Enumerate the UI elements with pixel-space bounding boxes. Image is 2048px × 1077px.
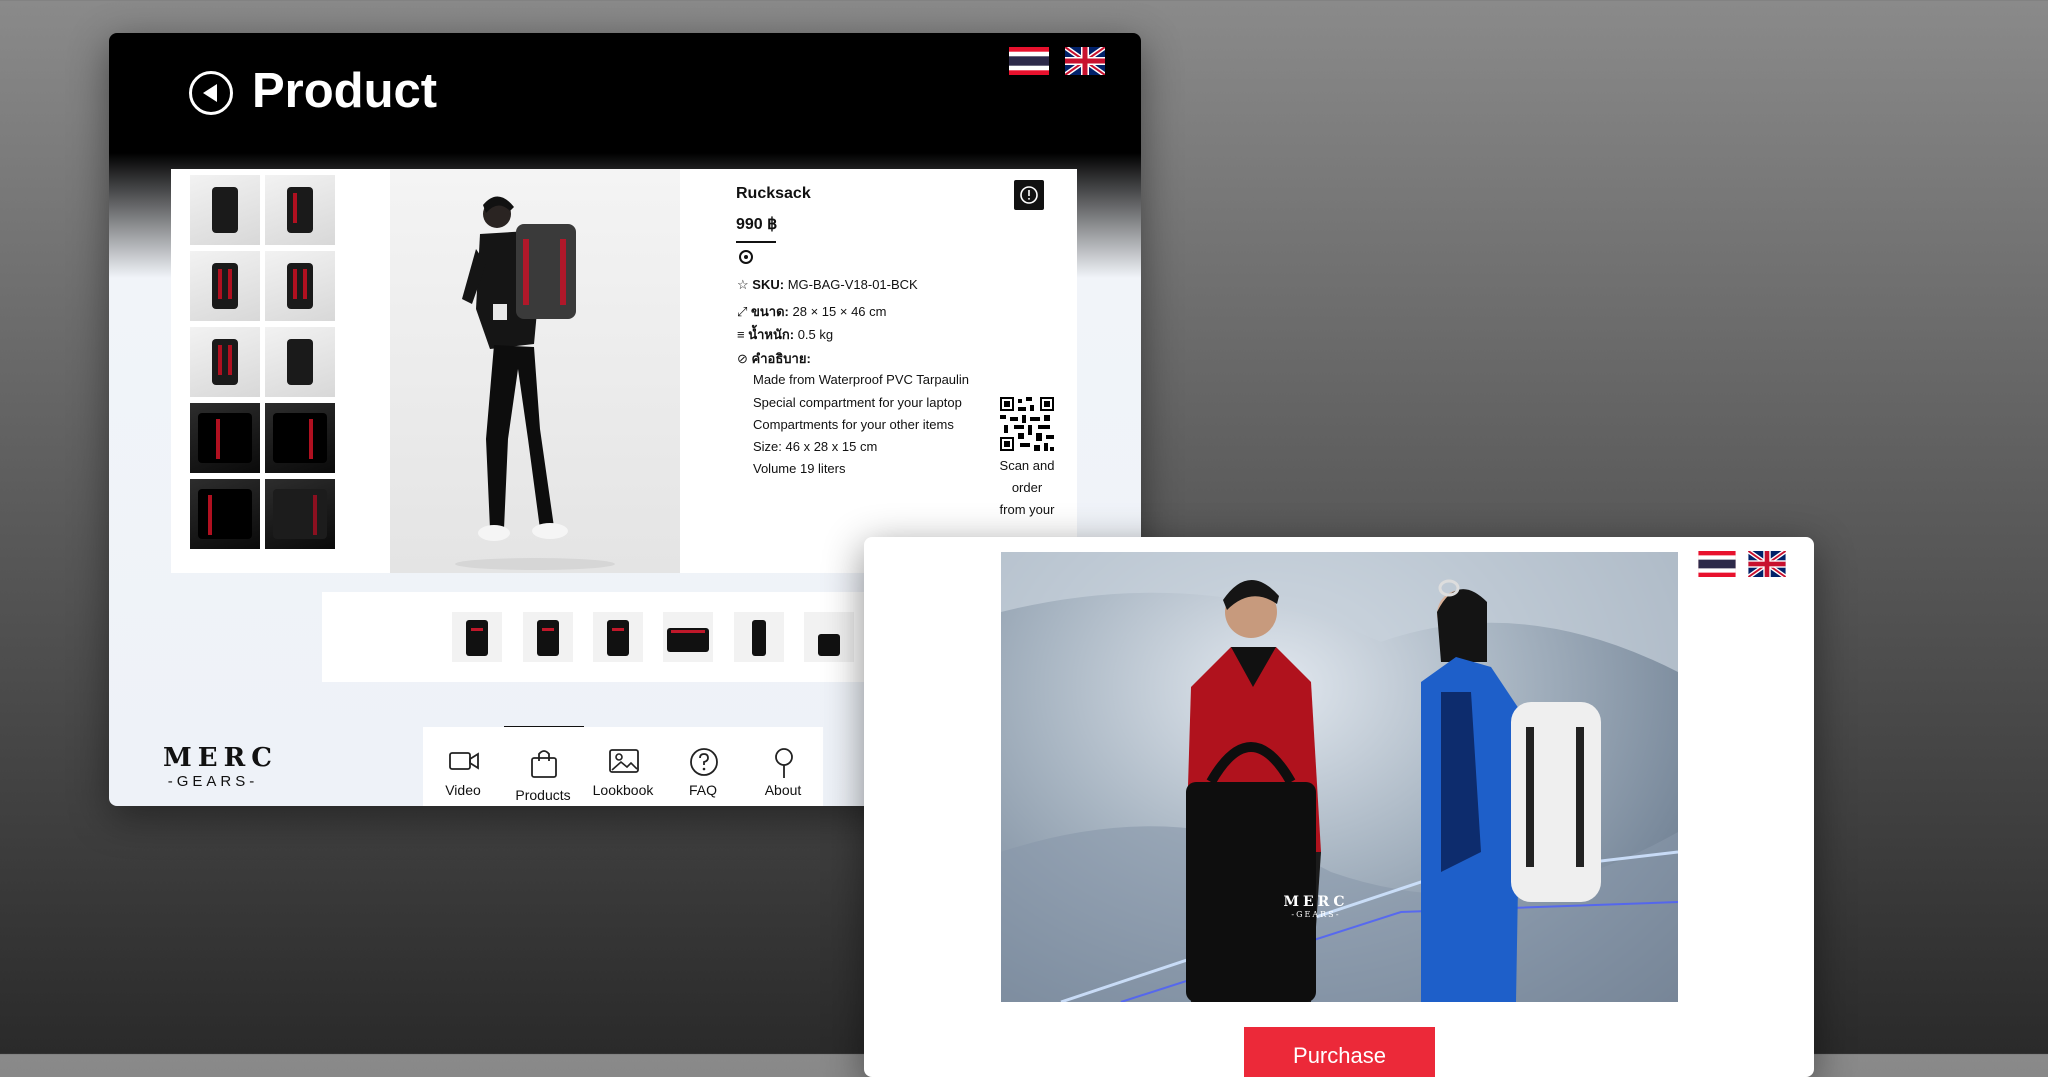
bag-logo-line1: MERC	[1283, 894, 1349, 910]
description-row: ⊘ คำอธิบาย:	[737, 348, 811, 369]
purchase-button[interactable]: Purchase	[1244, 1027, 1435, 1077]
bag-logo-line2: -GEARS-	[1291, 910, 1341, 919]
thai-flag-icon[interactable]	[1009, 47, 1049, 75]
qr-code-image	[1000, 397, 1054, 451]
model-with-rucksack-image	[455, 196, 615, 570]
size-value: 28 × 15 × 46 cm	[792, 304, 887, 319]
sku-value: MG-BAG-V18-01-BCK	[787, 277, 918, 292]
image-thumbnail-column	[190, 175, 335, 549]
video-camera-icon	[449, 752, 479, 770]
nav-item-faq[interactable]: FAQ	[663, 727, 743, 806]
language-switcher	[1009, 47, 1105, 75]
star-icon: ☆	[737, 277, 749, 292]
gallery-thumbnail[interactable]	[265, 403, 335, 473]
gallery-thumbnail[interactable]	[190, 327, 260, 397]
sku-label: SKU:	[752, 277, 785, 292]
color-option-radio[interactable]	[739, 250, 753, 264]
nav-item-about[interactable]: About	[743, 727, 823, 806]
product-price: 990 ฿	[736, 216, 778, 233]
brand-logo-line1: MERC	[163, 743, 278, 773]
qr-caption-line: Scan and	[999, 458, 1055, 473]
product-name: Rucksack	[736, 185, 811, 202]
brand-logo: MERC -GEARS-	[163, 743, 278, 790]
bag-brand-logo: MERC -GEARS-	[1281, 894, 1351, 919]
description-line: Special compartment for your laptop	[753, 395, 962, 410]
sku-row: ☆ SKU: MG-BAG-V18-01-BCK	[737, 277, 918, 293]
related-product-thumbnail[interactable]	[523, 612, 573, 662]
nav-label: About	[764, 782, 802, 798]
product-card: Rucksack 990 ฿ ☆ SKU: MG-BAG-V18-01-BCK …	[171, 169, 1077, 573]
shopping-bag-icon	[531, 750, 557, 778]
related-product-thumbnail[interactable]	[452, 612, 502, 662]
nav-label: Video	[445, 782, 481, 798]
models-with-bags-image	[1001, 552, 1678, 1002]
thai-flag-icon[interactable]	[1698, 551, 1736, 577]
description-line: Compartments for your other items	[753, 417, 954, 432]
nav-label: FAQ	[688, 782, 717, 798]
related-product-thumbnail[interactable]	[804, 612, 854, 662]
weight-label: น้ำหนัก:	[748, 327, 795, 342]
resize-arrow-icon: ⤢	[737, 304, 748, 319]
nav-item-video[interactable]: Video	[423, 727, 503, 806]
weight-row: ≡ น้ำหนัก: 0.5 kg	[737, 324, 833, 345]
related-product-thumbnail[interactable]	[593, 612, 643, 662]
size-label: ขนาด:	[751, 304, 789, 319]
description-line: Volume 19 liters	[753, 461, 846, 476]
location-pin-icon	[775, 748, 793, 778]
nav-label: Products	[515, 787, 571, 803]
uk-flag-icon[interactable]	[1065, 47, 1105, 75]
weight-value: 0.5 kg	[797, 327, 834, 342]
qr-caption-line: order	[1011, 480, 1043, 495]
related-product-thumbnail[interactable]	[663, 612, 713, 662]
lookbook-photo: MERC -GEARS-	[1001, 552, 1678, 1002]
info-icon	[1020, 186, 1038, 204]
back-arrow-icon	[203, 84, 217, 102]
description-label: คำอธิบาย:	[751, 351, 811, 366]
question-icon	[690, 748, 718, 776]
back-button[interactable]	[189, 71, 233, 115]
info-circle-icon: ⊘	[737, 351, 748, 366]
gallery-thumbnail[interactable]	[190, 251, 260, 321]
nav-item-products[interactable]: Products	[503, 727, 583, 806]
lookbook-window: MERC -GEARS- Purchase	[864, 537, 1814, 1077]
gallery-thumbnail[interactable]	[190, 175, 260, 245]
bottom-nav: Video Products Lookbook FAQ About	[423, 727, 823, 806]
gallery-thumbnail[interactable]	[265, 327, 335, 397]
weight-icon: ≡	[737, 327, 745, 342]
gallery-thumbnail[interactable]	[190, 479, 260, 549]
qr-caption: Scan and order from your	[984, 455, 1070, 521]
gallery-thumbnail[interactable]	[265, 175, 335, 245]
related-product-thumbnail[interactable]	[734, 612, 784, 662]
nav-item-lookbook[interactable]: Lookbook	[583, 727, 663, 806]
uk-flag-icon[interactable]	[1748, 551, 1786, 577]
gallery-thumbnail[interactable]	[265, 479, 335, 549]
gallery-thumbnail[interactable]	[190, 403, 260, 473]
image-icon	[609, 749, 639, 773]
qr-caption-line: from your	[999, 502, 1055, 517]
size-row: ⤢ ขนาด: 28 × 15 × 46 cm	[737, 301, 886, 322]
nav-label: Lookbook	[592, 782, 654, 798]
description-line: Size: 46 x 28 x 15 cm	[753, 439, 878, 454]
page-title: Product	[252, 64, 438, 118]
description-line: Made from Waterproof PVC Tarpaulin	[753, 372, 970, 387]
info-button[interactable]	[1014, 180, 1044, 210]
main-product-image	[390, 169, 680, 573]
language-switcher	[1698, 551, 1786, 577]
gallery-thumbnail[interactable]	[265, 251, 335, 321]
brand-logo-line2: -GEARS-	[167, 773, 259, 790]
title-underline	[736, 241, 776, 243]
